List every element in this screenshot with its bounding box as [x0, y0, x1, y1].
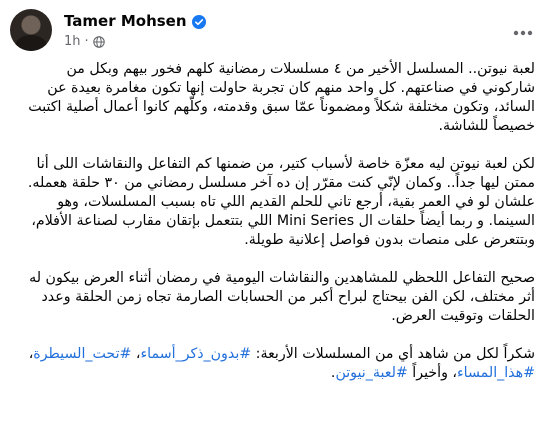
post-text: لعبة نيوتن.. المسلسل الأخير من ٤ مسلسلات…	[14, 60, 535, 402]
post-header: Tamer Mohsen 1h ·	[10, 9, 540, 53]
more-horizontal-icon	[513, 21, 533, 40]
post-timestamp[interactable]: 1h	[64, 34, 81, 49]
hashtag-link-3[interactable]: #هذا_المساء	[457, 365, 535, 381]
closing-middle-text: ، وأخيراً	[407, 365, 458, 381]
post-paragraph-3: صحيح التفاعل اللحظي للمشاهدين والنقاشات …	[29, 270, 535, 324]
verified-badge-icon	[191, 14, 206, 29]
author-avatar[interactable]	[10, 9, 52, 51]
meta-separator: ·	[84, 34, 89, 49]
post-paragraph-1: لعبة نيوتن.. المسلسل الأخير من ٤ مسلسلات…	[28, 61, 535, 134]
closing-comma-1: ،	[131, 346, 141, 362]
hashtag-link-1[interactable]: #بدون_ذكر_أسماء	[141, 346, 252, 362]
post-meta: 1h ·	[64, 34, 105, 49]
closing-lead-text: شكراً لكل من شاهد أي من المسلسلات الأربع…	[251, 346, 535, 362]
author-row: Tamer Mohsen	[64, 12, 206, 30]
author-name[interactable]: Tamer Mohsen	[64, 12, 187, 30]
post-paragraph-2: لكن لعبة نيوتن ليه معزّة خاصة لأسباب كتي…	[27, 156, 535, 248]
post-menu-button[interactable]	[506, 13, 540, 47]
hashtag-link-4[interactable]: #لعبة_نيوتن	[335, 365, 407, 381]
public-globe-icon	[92, 35, 105, 48]
hashtag-link-2[interactable]: #تحت_السيطرة	[33, 346, 131, 362]
post-paragraph-closing: شكراً لكل من شاهد أي من المسلسلات الأربع…	[14, 345, 535, 383]
